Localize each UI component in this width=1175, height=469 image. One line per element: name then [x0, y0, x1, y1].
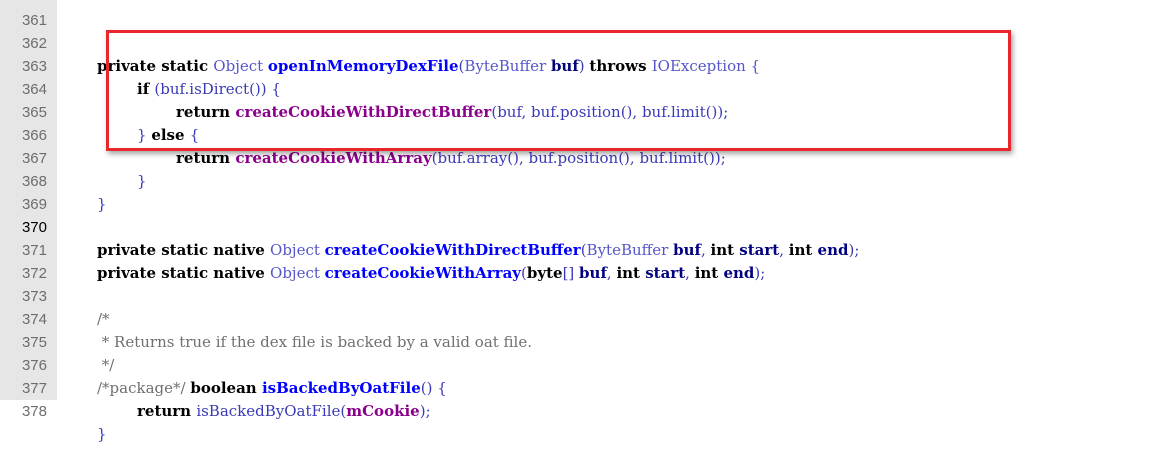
code-text: return isBackedByOatFile(mCookie);	[137, 400, 431, 423]
code-line: 375 */	[0, 308, 1175, 374]
line-number: 378	[21, 403, 47, 420]
code-line: 374 * Returns true if the dex file is ba…	[0, 285, 1175, 351]
code-line: 361	[0, 0, 1175, 29]
code-line: 370 private static native Object createC…	[0, 193, 1175, 259]
code-line: 369	[0, 170, 1175, 213]
method-call: isBackedByOatFile(	[196, 402, 347, 420]
punctuation: );	[419, 402, 431, 420]
code-line: 378 }	[0, 377, 1175, 443]
code-text: }	[97, 423, 107, 446]
punctuation: }	[97, 425, 107, 443]
code-line: 376 /*package*/ boolean isBackedByOatFil…	[0, 331, 1175, 397]
keyword: return	[137, 402, 197, 420]
code-line: 377 return isBackedByOatFile(mCookie);	[0, 354, 1175, 420]
code-line: 373 /*	[0, 262, 1175, 328]
code-line: 362 private static Object openInMemoryDe…	[0, 9, 1175, 75]
field-name: mCookie	[346, 402, 420, 420]
code-line: 372	[0, 239, 1175, 282]
highlight-box	[106, 30, 1011, 151]
code-line: 371 private static native Object createC…	[0, 216, 1175, 282]
